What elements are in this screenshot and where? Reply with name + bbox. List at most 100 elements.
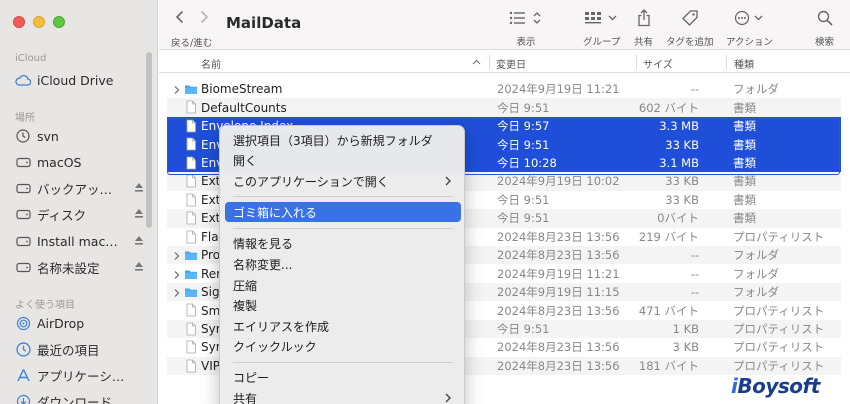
file-kind: プロパティリスト xyxy=(733,303,825,318)
sidebar-item-icloud-drive[interactable]: iCloud Drive xyxy=(15,71,150,89)
document-icon xyxy=(184,193,198,207)
menu-item-quick-look[interactable]: クイックルック xyxy=(225,336,461,356)
menu-item-make-alias[interactable]: エイリアスを作成 xyxy=(225,316,461,336)
menu-item-compress[interactable]: 圧縮 xyxy=(225,275,461,295)
menu-item-new-folder[interactable]: 選択項目（3項目）から新規フォルダ xyxy=(225,130,461,150)
sidebar-item-backup[interactable]: バックアッ… xyxy=(15,179,150,197)
file-date: 2024年8月23日 13:56 xyxy=(497,340,620,355)
disclosure-chevron-icon[interactable] xyxy=(173,250,181,264)
disclosure-chevron-icon[interactable] xyxy=(173,287,181,301)
sidebar-item-label: 名称未設定 xyxy=(37,260,100,276)
close-window-button[interactable] xyxy=(13,16,25,28)
file-date: 今日 9:51 xyxy=(497,100,550,115)
sidebar-item-applications[interactable]: アプリケーシ… xyxy=(15,366,150,384)
document-icon xyxy=(184,359,198,373)
back-icon[interactable] xyxy=(175,10,185,24)
file-date: 2024年8月23日 13:56 xyxy=(497,229,620,244)
file-date: 今日 9:51 xyxy=(497,192,550,207)
view-button[interactable]: 表示 xyxy=(509,8,543,48)
sidebar-item-label: iCloud Drive xyxy=(37,72,114,88)
disk-icon xyxy=(15,180,31,196)
disclosure-chevron-icon[interactable] xyxy=(173,84,181,98)
menu-item-open[interactable]: 開く xyxy=(225,150,461,170)
disk-icon xyxy=(15,154,31,170)
sidebar-section-favorites: よく使う項目 xyxy=(15,300,75,311)
sidebar-item-label: svn xyxy=(37,128,59,144)
file-size: -- xyxy=(690,266,699,281)
clock-icon xyxy=(15,341,31,357)
disk-icon xyxy=(15,206,31,222)
file-kind: フォルダ xyxy=(733,82,779,97)
forward-icon[interactable] xyxy=(199,10,209,24)
file-row[interactable]: DefaultCounts 今日 9:51 602 バイト 書類 xyxy=(167,98,841,117)
clock-icon xyxy=(15,128,31,144)
file-row[interactable]: BiomeStream 2024年9月19日 11:21 -- フォルダ xyxy=(167,80,841,98)
column-name[interactable]: 名前 xyxy=(201,56,221,71)
menu-item-get-info[interactable]: 情報を見る xyxy=(225,233,461,253)
file-kind: 書類 xyxy=(733,174,756,189)
search-button[interactable]: 検索 xyxy=(815,8,834,48)
file-date: 今日 9:51 xyxy=(497,211,550,226)
file-size: 219 バイト xyxy=(638,229,699,244)
file-size: 33 KB xyxy=(665,174,699,189)
file-name: Ext xyxy=(201,174,221,189)
column-size[interactable]: サイズ xyxy=(643,56,673,71)
folder-icon xyxy=(184,248,198,262)
sidebar-item-disk[interactable]: ディスク xyxy=(15,205,150,223)
eject-icon[interactable] xyxy=(134,182,144,194)
eject-icon[interactable] xyxy=(134,208,144,220)
menu-item-duplicate[interactable]: 複製 xyxy=(225,295,461,315)
sidebar-item-downloads[interactable]: ダウンロード xyxy=(15,392,150,404)
sidebar-item-recents[interactable]: 最近の項目 xyxy=(15,340,150,358)
file-date: 2024年8月23日 13:56 xyxy=(497,248,620,263)
file-date: 2024年9月19日 10:02 xyxy=(497,174,620,189)
file-date: 2024年9月19日 11:15 xyxy=(497,285,620,300)
sidebar-section-places: 場所 xyxy=(15,113,35,124)
file-name: DefaultCounts xyxy=(201,100,287,115)
file-name: Pro xyxy=(201,248,221,263)
sidebar-item-label: バックアッ… xyxy=(37,181,113,197)
disk-icon xyxy=(15,233,31,249)
chevron-right-icon xyxy=(445,176,451,186)
sidebar-item-macos[interactable]: macOS xyxy=(15,153,150,171)
file-name: Sig xyxy=(201,285,220,300)
menu-item-move-to-trash[interactable]: ゴミ箱に入れる xyxy=(225,202,461,222)
share-button[interactable]: 共有 xyxy=(634,8,653,48)
file-kind: 書類 xyxy=(733,192,756,207)
eject-icon[interactable] xyxy=(134,261,144,273)
eject-icon[interactable] xyxy=(134,235,144,247)
share-label: 共有 xyxy=(634,37,654,48)
tag-button[interactable]: タグを追加 xyxy=(666,8,714,48)
file-size: 1 KB xyxy=(672,322,699,337)
file-size: 33 KB xyxy=(665,137,699,152)
file-date: 今日 9:51 xyxy=(497,322,550,337)
sidebar-item-install-macos[interactable]: Install mac… xyxy=(15,232,150,250)
toolbar: 戻る/進む MailData 表示 グループ 共有 タグを追加 アクション 検索 xyxy=(159,0,850,50)
menu-item-rename[interactable]: 名称変更... xyxy=(225,254,461,274)
document-icon xyxy=(184,303,198,317)
document-icon xyxy=(184,322,198,336)
sidebar-item-airdrop[interactable]: AirDrop xyxy=(15,314,150,332)
nav-buttons xyxy=(175,10,209,24)
sidebar-item-untitled[interactable]: 名称未設定 xyxy=(15,258,150,276)
sidebar-scrollbar[interactable] xyxy=(146,52,152,228)
sidebar-item-svn[interactable]: svn xyxy=(15,127,150,145)
more-icon xyxy=(734,10,762,26)
menu-item-open-with[interactable]: このアプリケーションで開く xyxy=(225,171,461,191)
minimize-window-button[interactable] xyxy=(33,16,45,28)
column-kind[interactable]: 種類 xyxy=(734,56,754,71)
file-size: 3 KB xyxy=(672,340,699,355)
action-label: アクション xyxy=(726,37,774,48)
disclosure-chevron-icon[interactable] xyxy=(173,269,181,283)
zoom-window-button[interactable] xyxy=(53,16,65,28)
menu-item-share[interactable]: 共有 xyxy=(225,388,461,404)
sidebar-item-label: AirDrop xyxy=(37,315,85,331)
group-button[interactable]: グループ xyxy=(583,8,620,48)
column-modified[interactable]: 変更日 xyxy=(496,56,526,71)
action-button[interactable]: アクション xyxy=(726,8,773,48)
file-name: BiomeStream xyxy=(201,82,283,97)
file-kind: 書類 xyxy=(733,100,756,115)
menu-item-copy[interactable]: コピー xyxy=(225,367,461,387)
sort-chevron-icon[interactable] xyxy=(472,59,481,65)
file-name: VIP xyxy=(201,358,220,373)
